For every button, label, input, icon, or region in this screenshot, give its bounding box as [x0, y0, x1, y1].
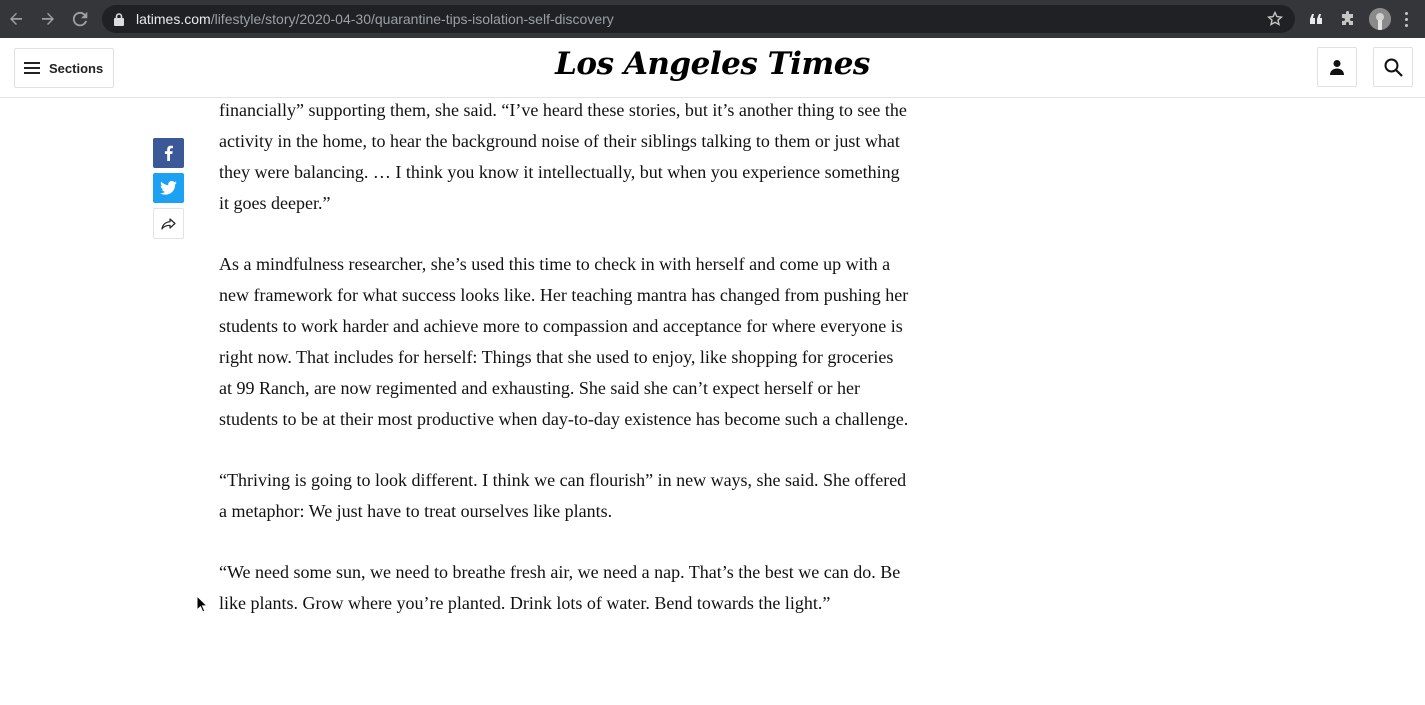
article-paragraph: “Thriving is going to look different. I … — [219, 470, 907, 521]
share-button[interactable] — [153, 208, 184, 239]
facebook-share-button[interactable] — [153, 138, 184, 168]
quote-extension-icon[interactable] — [1306, 9, 1326, 29]
forward-icon[interactable] — [32, 0, 64, 38]
site-header: Sections Los Angeles Times — [0, 38, 1425, 98]
star-icon[interactable] — [1266, 10, 1284, 27]
account-button[interactable] — [1317, 47, 1357, 87]
facebook-icon — [164, 145, 173, 161]
mouse-cursor-icon — [196, 594, 209, 613]
twitter-icon — [160, 181, 177, 195]
browser-toolbar: latimes.com/lifestyle/story/2020-04-30/q… — [0, 0, 1425, 38]
hamburger-icon — [24, 62, 40, 74]
kebab-menu-icon[interactable] — [1398, 10, 1414, 28]
logo-wrapper: Los Angeles Times — [0, 46, 1425, 82]
reload-icon[interactable] — [64, 0, 96, 38]
search-icon — [1384, 58, 1403, 77]
address-bar[interactable]: latimes.com/lifestyle/story/2020-04-30/q… — [102, 5, 1295, 33]
share-arrow-icon — [161, 217, 176, 230]
article-body: financially” supporting them, she said. … — [219, 95, 909, 649]
puzzle-extension-icon[interactable] — [1338, 9, 1358, 29]
article-paragraph: As a mindfulness researcher, she’s used … — [219, 254, 909, 429]
lock-icon — [114, 12, 126, 26]
search-button[interactable] — [1373, 47, 1413, 87]
article-paragraph: “We need some sun, we need to breathe fr… — [219, 562, 901, 613]
url-text: latimes.com/lifestyle/story/2020-04-30/q… — [136, 11, 614, 27]
user-icon — [1330, 60, 1344, 75]
twitter-share-button[interactable] — [153, 173, 184, 203]
profile-avatar[interactable] — [1369, 8, 1391, 30]
site-logo[interactable]: Los Angeles Times — [555, 46, 870, 82]
article-paragraph: financially” supporting them, she said. … — [219, 100, 907, 213]
back-icon[interactable] — [0, 0, 32, 38]
sections-button[interactable]: Sections — [14, 48, 114, 88]
sections-label: Sections — [49, 60, 104, 76]
